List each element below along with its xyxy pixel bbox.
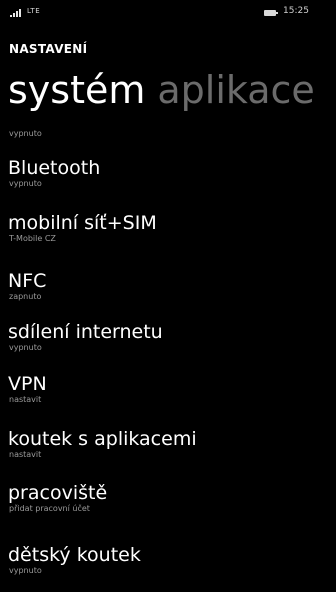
settings-item-bluetooth[interactable]: Bluetooth vypnuto bbox=[8, 157, 328, 189]
item-status: nastavit bbox=[9, 450, 42, 459]
settings-item-internet-sharing[interactable]: sdílení internetu vypnuto bbox=[8, 321, 328, 353]
partial-item-status: vypnuto bbox=[9, 129, 42, 138]
item-status: zapnuto bbox=[9, 292, 42, 301]
settings-item-kids-corner[interactable]: dětský koutek vypnuto bbox=[8, 544, 328, 576]
signal-strength-icon bbox=[10, 9, 24, 17]
item-status: T-Mobile CZ bbox=[9, 234, 56, 243]
item-status: přidat pracovní účet bbox=[9, 504, 90, 513]
tab-system[interactable]: systém bbox=[8, 68, 145, 112]
settings-item-apps-corner[interactable]: koutek s aplikacemi nastavit bbox=[8, 428, 328, 460]
item-label: dětský koutek bbox=[8, 544, 141, 566]
item-label: Bluetooth bbox=[8, 157, 101, 179]
item-label: NFC bbox=[8, 270, 47, 292]
pivot-header: systém aplikace bbox=[8, 68, 315, 112]
phone-screen: LTE 15:25 NASTAVENÍ systém aplikace vypnu… bbox=[0, 0, 336, 592]
item-label: koutek s aplikacemi bbox=[8, 428, 197, 450]
item-status: vypnuto bbox=[9, 566, 42, 575]
settings-item-vpn[interactable]: VPN nastavit bbox=[8, 373, 328, 405]
item-label: sdílení internetu bbox=[8, 321, 163, 343]
item-label: mobilní síť+SIM bbox=[8, 212, 157, 234]
item-status: vypnuto bbox=[9, 179, 42, 188]
item-status: vypnuto bbox=[9, 343, 42, 352]
settings-item-cellular-sim[interactable]: mobilní síť+SIM T-Mobile CZ bbox=[8, 212, 328, 244]
item-label: VPN bbox=[8, 373, 47, 395]
tab-applications[interactable]: aplikace bbox=[157, 68, 314, 112]
app-title: NASTAVENÍ bbox=[9, 42, 88, 56]
item-label: pracoviště bbox=[8, 482, 108, 504]
status-bar: LTE 15:25 bbox=[0, 0, 336, 22]
clock: 15:25 bbox=[283, 6, 309, 16]
battery-icon bbox=[264, 10, 278, 16]
network-type: LTE bbox=[27, 7, 41, 15]
settings-item-nfc[interactable]: NFC zapnuto bbox=[8, 270, 328, 302]
item-status: nastavit bbox=[9, 395, 42, 404]
settings-item-workplace[interactable]: pracoviště přidat pracovní účet bbox=[8, 482, 328, 514]
